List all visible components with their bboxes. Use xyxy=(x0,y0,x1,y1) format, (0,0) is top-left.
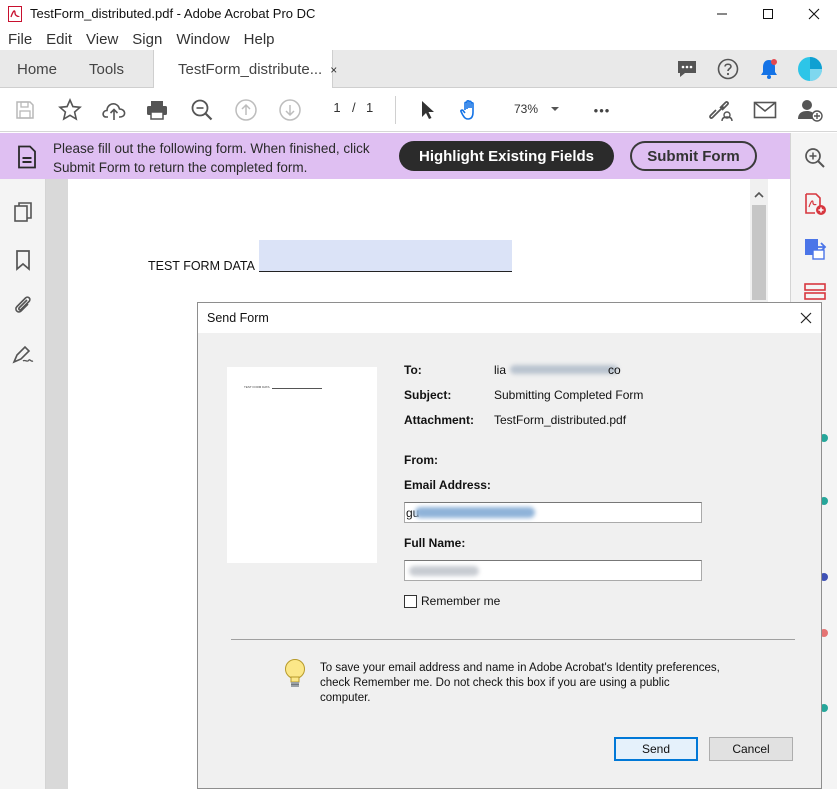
notification-bell-icon[interactable] xyxy=(756,56,782,82)
email-envelope-icon[interactable] xyxy=(752,97,778,123)
send-form-dialog: Send Form TEST FORM DATA To: lia co Subj… xyxy=(197,302,822,789)
form-document-icon xyxy=(18,145,36,169)
preview-text: TEST FORM DATA xyxy=(244,385,270,389)
dialog-title: Send Form xyxy=(207,311,269,325)
zoom-value: 73% xyxy=(513,102,539,116)
email-address-label: Email Address: xyxy=(404,478,491,492)
export-pdf-icon[interactable] xyxy=(802,236,828,262)
zoom-dropdown[interactable]: 73% xyxy=(502,98,572,120)
email-address-input[interactable]: gu xyxy=(404,502,702,523)
tab-close-icon[interactable]: × xyxy=(330,63,337,77)
send-button[interactable]: Send xyxy=(614,737,698,761)
acrobat-pdf-icon xyxy=(8,6,22,22)
full-name-label: Full Name: xyxy=(404,536,466,550)
attachment-value: TestForm_distributed.pdf xyxy=(494,413,627,427)
to-label: To: xyxy=(404,363,422,377)
menu-sign[interactable]: Sign xyxy=(132,31,162,48)
attachment-label: Attachment: xyxy=(404,413,475,427)
upload-cloud-icon[interactable] xyxy=(101,97,127,123)
remember-me-checkbox[interactable] xyxy=(404,595,417,608)
redacted-email-input xyxy=(415,507,535,518)
form-preview-thumbnail: TEST FORM DATA xyxy=(227,367,377,563)
window-title: TestForm_distributed.pdf - Adobe Acrobat… xyxy=(30,6,316,21)
to-value-tail: co xyxy=(608,363,621,377)
page-number-input[interactable]: 1 xyxy=(322,100,352,115)
menu-view[interactable]: View xyxy=(86,31,118,48)
scroll-up-arrow-icon[interactable] xyxy=(753,190,765,200)
menu-bar: File Edit View Sign Window Help xyxy=(0,28,837,50)
add-user-icon[interactable] xyxy=(797,97,823,123)
share-link-icon[interactable] xyxy=(708,97,734,123)
maximize-button[interactable] xyxy=(745,0,791,28)
tab-tools-label: Tools xyxy=(89,60,125,78)
menu-window[interactable]: Window xyxy=(176,31,229,48)
main-toolbar: 1 / 1 ••• xyxy=(0,88,837,132)
tab-bar: Home Tools TestForm_distribute... × xyxy=(0,50,837,89)
save-icon[interactable] xyxy=(12,97,38,123)
print-icon[interactable] xyxy=(144,97,170,123)
left-navigation-panel xyxy=(0,179,46,789)
redacted-name-input xyxy=(409,566,479,576)
to-value: lia xyxy=(494,363,507,377)
tab-home[interactable]: Home xyxy=(17,50,57,88)
minimize-button[interactable] xyxy=(699,0,745,28)
tab-document[interactable]: TestForm_distribute... × xyxy=(153,50,337,89)
page-thumbnails-icon[interactable] xyxy=(11,200,35,224)
menu-edit[interactable]: Edit xyxy=(46,31,72,48)
minimize-icon xyxy=(717,13,727,15)
tab-tools[interactable]: Tools xyxy=(89,50,124,88)
close-window-button[interactable] xyxy=(791,0,837,28)
chevron-down-icon xyxy=(551,107,559,111)
menu-file[interactable]: File xyxy=(8,31,32,48)
highlight-fields-button[interactable]: Highlight Existing Fields xyxy=(399,141,614,171)
form-instruction-text: Please fill out the following form. When… xyxy=(53,141,370,175)
maximize-icon xyxy=(763,9,773,19)
select-cursor-icon[interactable] xyxy=(414,97,440,123)
cancel-button[interactable]: Cancel xyxy=(709,737,793,761)
subject-label: Subject: xyxy=(404,388,452,402)
tab-home-label: Home xyxy=(17,60,58,78)
scrollbar-thumb[interactable] xyxy=(752,205,766,300)
close-icon[interactable] xyxy=(798,310,814,326)
more-tools-label: ••• xyxy=(593,102,611,118)
signature-pen-icon[interactable] xyxy=(11,342,35,366)
previous-page-icon[interactable] xyxy=(233,97,259,123)
menu-help[interactable]: Help xyxy=(244,31,275,48)
more-tools-icon[interactable]: ••• xyxy=(589,97,615,123)
redacted-email xyxy=(510,365,618,374)
test-form-data-field[interactable] xyxy=(259,240,512,272)
remember-me-hint: To save your email address and name in A… xyxy=(320,662,720,704)
next-page-icon[interactable] xyxy=(277,97,303,123)
hand-tool-icon[interactable] xyxy=(457,97,483,123)
from-label: From: xyxy=(404,453,438,467)
submit-form-button[interactable]: Submit Form xyxy=(630,141,757,171)
subject-value: Submitting Completed Form xyxy=(494,388,644,402)
title-bar: TestForm_distributed.pdf - Adobe Acrobat… xyxy=(0,0,837,28)
bookmark-star-icon[interactable] xyxy=(57,97,83,123)
dialog-separator xyxy=(231,639,795,640)
toolbar-divider xyxy=(395,96,396,124)
tab-document-label: TestForm_distribute... xyxy=(178,61,323,78)
bookmark-icon[interactable] xyxy=(11,248,35,272)
comment-icon[interactable] xyxy=(674,56,700,82)
help-icon[interactable] xyxy=(715,56,741,82)
attachment-paperclip-icon[interactable] xyxy=(11,293,35,317)
page-total: 1 xyxy=(366,100,374,115)
remember-me-label: Remember me xyxy=(421,594,501,608)
account-avatar[interactable] xyxy=(797,56,823,82)
zoom-in-panel-icon[interactable] xyxy=(802,145,828,171)
create-pdf-icon[interactable] xyxy=(802,191,828,217)
form-field-label: TEST FORM DATA xyxy=(148,259,255,273)
zoom-search-icon[interactable] xyxy=(189,97,215,123)
dialog-title-bar: Send Form xyxy=(198,303,821,333)
close-icon xyxy=(808,8,820,20)
page-separator: / xyxy=(352,100,356,115)
lightbulb-icon xyxy=(285,659,305,687)
full-name-input[interactable] xyxy=(404,560,702,581)
preview-field-line xyxy=(272,388,322,389)
